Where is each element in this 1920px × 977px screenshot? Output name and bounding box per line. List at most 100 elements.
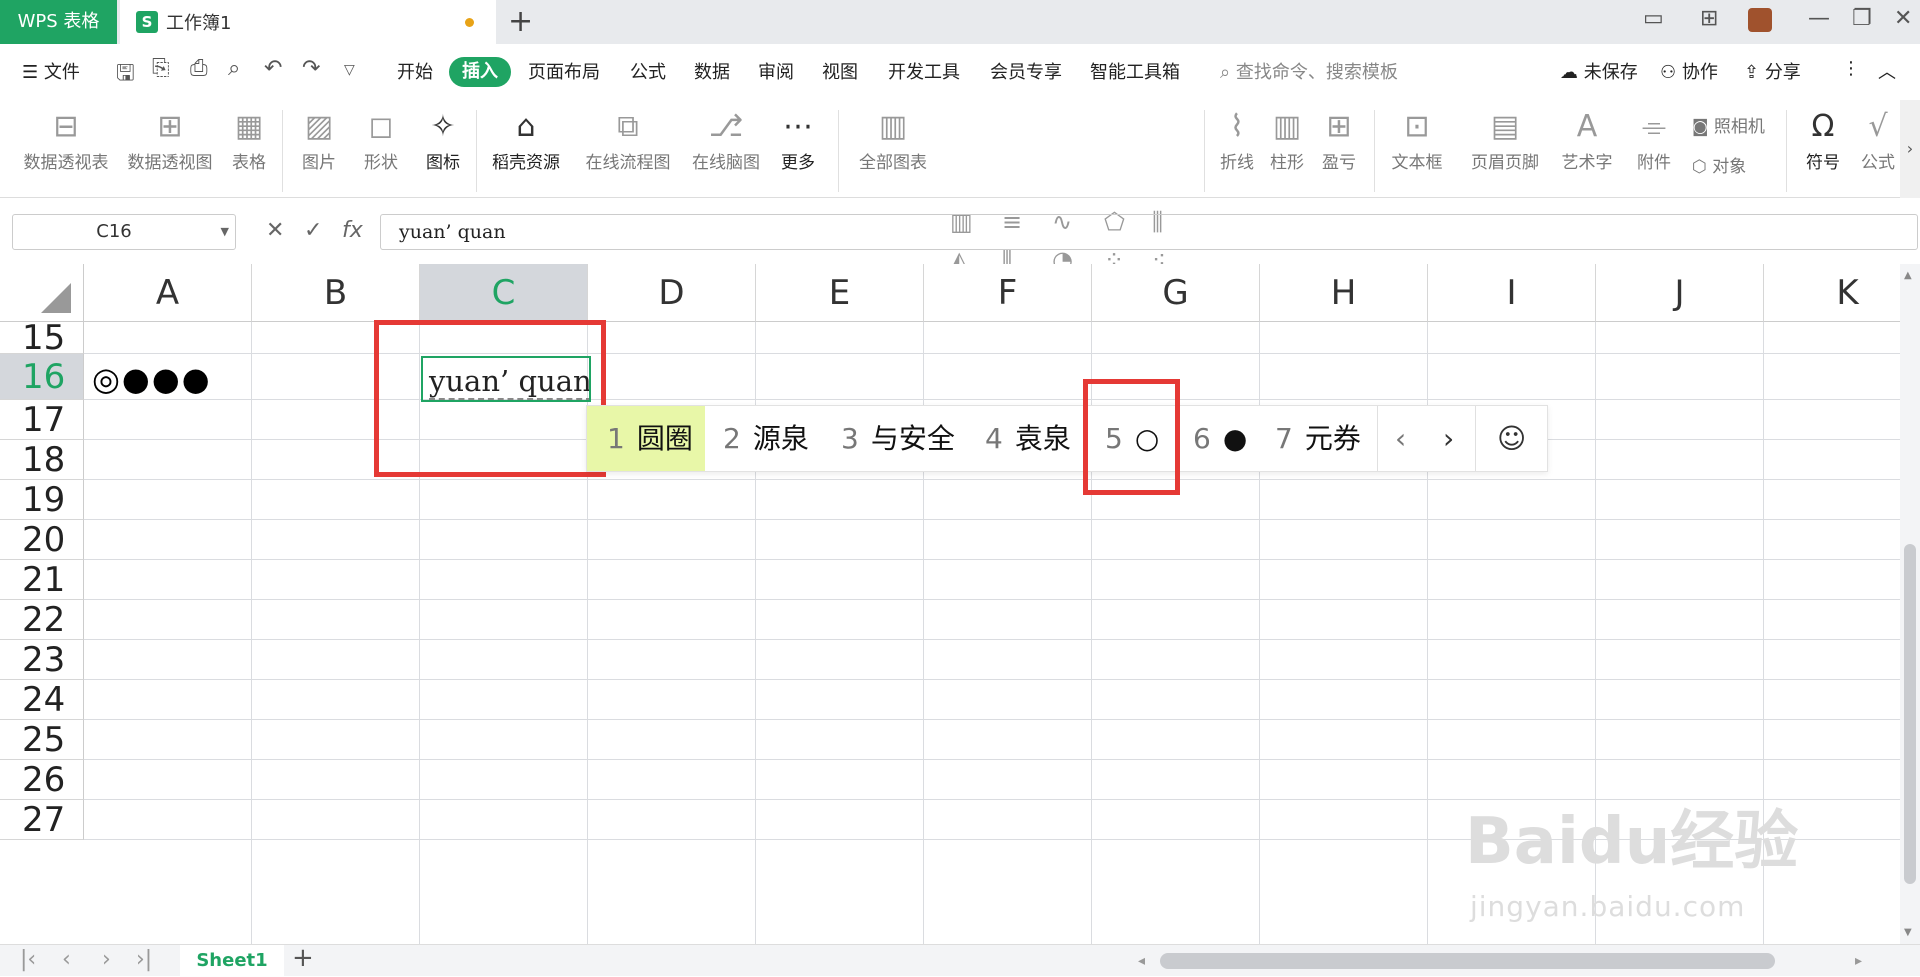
share-button[interactable]: ⇪ 分享: [1744, 58, 1801, 84]
scroll-down-icon[interactable]: ▼: [1904, 927, 1912, 938]
flowchart-button[interactable]: ⧉ 在线流程图: [580, 106, 676, 173]
column-header-d[interactable]: D: [588, 264, 756, 322]
scroll-up-icon[interactable]: ▲: [1904, 270, 1912, 281]
row-header-21[interactable]: 21: [0, 560, 84, 600]
all-charts-button[interactable]: ▥ 全部图表: [848, 106, 938, 173]
minimize-icon[interactable]: —: [1808, 6, 1830, 31]
tab-page-layout[interactable]: 页面布局: [528, 58, 600, 84]
column-header-a[interactable]: A: [84, 264, 252, 322]
symbol-button[interactable]: Ω 符号: [1796, 106, 1850, 173]
last-sheet-icon[interactable]: ›|: [136, 947, 152, 972]
row-header-18[interactable]: 18: [0, 440, 84, 480]
first-sheet-icon[interactable]: |‹: [20, 947, 36, 972]
ime-candidate-4[interactable]: 4 袁泉: [985, 406, 1071, 471]
column-header-j[interactable]: J: [1596, 264, 1764, 322]
add-sheet-button[interactable]: +: [292, 943, 314, 973]
avatar[interactable]: [1748, 8, 1772, 32]
command-search[interactable]: ⌕ 查找命令、搜索模板: [1220, 58, 1398, 84]
row-header-16[interactable]: 16: [0, 354, 84, 400]
picture-button[interactable]: ▨ 图片: [292, 106, 346, 173]
tab-smart-toolbox[interactable]: 智能工具箱: [1090, 58, 1180, 84]
tab-formulas[interactable]: 公式: [630, 58, 666, 84]
column-header-f[interactable]: F: [924, 264, 1092, 322]
wordart-button[interactable]: A 艺术字: [1552, 106, 1622, 173]
save-icon[interactable]: 🖫: [116, 56, 135, 94]
ime-candidate-2[interactable]: 2 源泉: [723, 406, 809, 471]
scroll-right-icon[interactable]: ▸: [1855, 953, 1862, 969]
row-header-26[interactable]: 26: [0, 760, 84, 800]
print-icon[interactable]: ⎙: [190, 56, 208, 81]
cell-a16[interactable]: ◎●●●: [92, 360, 212, 398]
row-header-25[interactable]: 25: [0, 720, 84, 760]
new-tab-button[interactable]: +: [508, 4, 533, 39]
formula-input[interactable]: yuan’ quan: [380, 214, 1918, 250]
docer-resources-button[interactable]: ⌂ 稻壳资源: [486, 106, 566, 173]
grid-icon[interactable]: ⊞: [1700, 6, 1718, 31]
ime-candidate-3[interactable]: 3 与安全: [841, 406, 955, 471]
close-icon[interactable]: ✕: [1894, 6, 1912, 31]
camera-button[interactable]: ◙ 照相机: [1692, 112, 1765, 137]
column-header-h[interactable]: H: [1260, 264, 1428, 322]
table-button[interactable]: ▦ 表格: [224, 106, 274, 173]
redo-icon[interactable]: ↷: [302, 56, 320, 81]
mindmap-button[interactable]: ⎇ 在线脑图: [686, 106, 766, 173]
vertical-scrollbar[interactable]: ▲ ▼: [1900, 264, 1920, 944]
prev-sheet-icon[interactable]: ‹: [62, 947, 71, 972]
pivot-table-button[interactable]: ⊟ 数据透视表: [18, 106, 114, 173]
column-header-k[interactable]: K: [1764, 264, 1920, 322]
column-header-i[interactable]: I: [1428, 264, 1596, 322]
select-all-corner[interactable]: [0, 264, 84, 322]
sheet-tab[interactable]: Sheet1: [180, 945, 284, 977]
quick-access-dropdown-icon[interactable]: ▽: [344, 62, 355, 78]
ime-next-page-icon[interactable]: ›: [1443, 406, 1454, 471]
row-header-20[interactable]: 20: [0, 520, 84, 560]
ime-emoji-icon[interactable]: ☺: [1497, 406, 1526, 471]
more-icon[interactable]: ⋮: [1842, 58, 1860, 79]
undo-icon[interactable]: ↶: [264, 56, 282, 81]
column-header-g[interactable]: G: [1092, 264, 1260, 322]
confirm-icon[interactable]: ✓: [304, 218, 322, 243]
export-icon[interactable]: ⎘: [152, 56, 170, 81]
ime-candidate-7[interactable]: 7 元券: [1275, 406, 1361, 471]
cancel-icon[interactable]: ✕: [266, 218, 284, 243]
next-sheet-icon[interactable]: ›: [102, 947, 111, 972]
vertical-scroll-thumb[interactable]: [1904, 544, 1916, 884]
restore-icon[interactable]: ❐: [1852, 6, 1872, 31]
line-sparkline-button[interactable]: ⌇ 折线: [1214, 106, 1260, 173]
column-header-c[interactable]: C: [420, 264, 588, 322]
row-header-17[interactable]: 17: [0, 400, 84, 440]
tab-home[interactable]: 开始: [397, 58, 433, 84]
ime-candidate-1[interactable]: 1 圆圈: [587, 406, 705, 471]
row-header-22[interactable]: 22: [0, 600, 84, 640]
row-header-15[interactable]: 15: [0, 318, 84, 358]
ime-prev-page-icon[interactable]: ‹: [1395, 406, 1406, 471]
tab-developer[interactable]: 开发工具: [888, 58, 960, 84]
ime-candidate-6[interactable]: 6 ●: [1193, 406, 1247, 471]
pivot-chart-button[interactable]: ⊞ 数据透视图: [122, 106, 218, 173]
name-box[interactable]: C16 ▼: [12, 214, 236, 250]
scroll-left-icon[interactable]: ◂: [1138, 953, 1145, 969]
app-tab[interactable]: WPS 表格: [0, 0, 117, 44]
tab-view[interactable]: 视图: [822, 58, 858, 84]
tab-review[interactable]: 审阅: [758, 58, 794, 84]
attachment-button[interactable]: ⌯ 附件: [1630, 106, 1678, 173]
row-header-27[interactable]: 27: [0, 800, 84, 840]
column-header-b[interactable]: B: [252, 264, 420, 322]
shape-button[interactable]: ◻ 形状: [354, 106, 408, 173]
tab-data[interactable]: 数据: [694, 58, 730, 84]
formula-button[interactable]: √ 公式: [1858, 106, 1898, 173]
tab-member[interactable]: 会员专享: [990, 58, 1062, 84]
document-tab[interactable]: S 工作簿1: [120, 0, 496, 44]
icon-button[interactable]: ✧ 图标: [418, 106, 468, 173]
textbox-button[interactable]: ⊡ 文本框: [1382, 106, 1452, 173]
row-header-23[interactable]: 23: [0, 640, 84, 680]
column-header-e[interactable]: E: [756, 264, 924, 322]
row-header-24[interactable]: 24: [0, 680, 84, 720]
tab-insert[interactable]: 插入: [449, 57, 511, 87]
ribbon-scroll-right-icon[interactable]: ›: [1900, 100, 1920, 198]
winloss-sparkline-button[interactable]: ⊞ 盈亏: [1316, 106, 1362, 173]
collapse-ribbon-icon[interactable]: ︿: [1878, 58, 1896, 84]
horizontal-scroll-thumb[interactable]: [1160, 953, 1775, 969]
collab-button[interactable]: ⚇ 协作: [1660, 58, 1718, 84]
header-footer-button[interactable]: ▤ 页眉页脚: [1466, 106, 1544, 173]
